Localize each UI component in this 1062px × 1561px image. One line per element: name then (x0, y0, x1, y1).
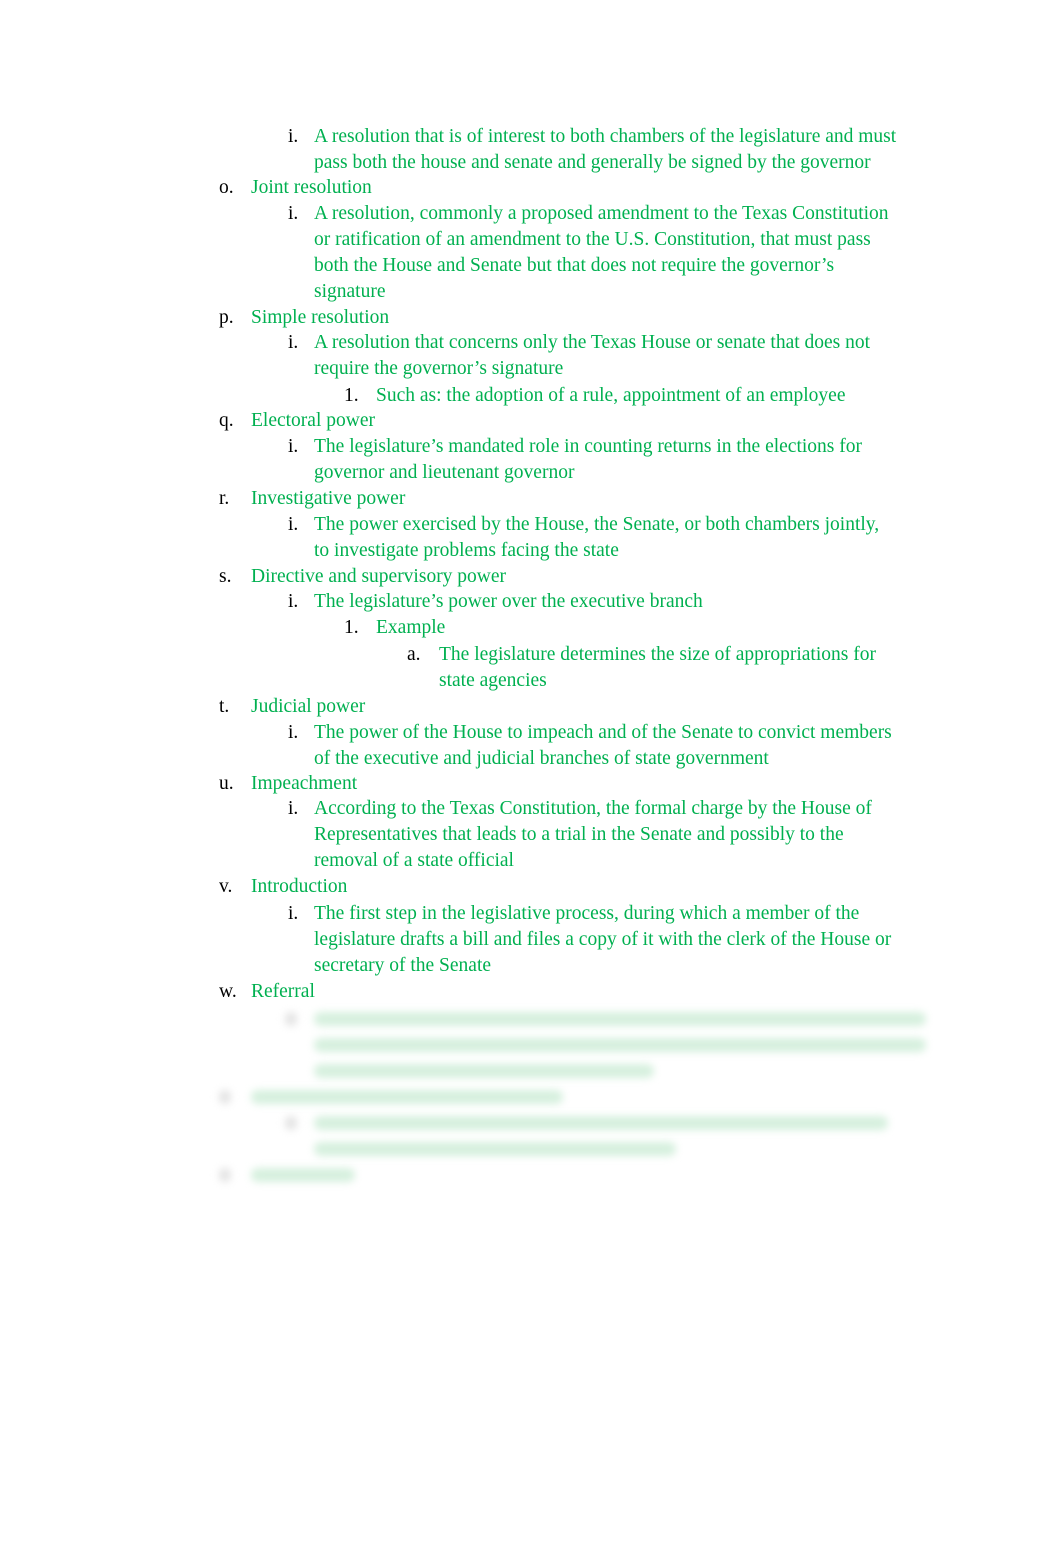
list-text: A resolution that concerns only the Texa… (314, 332, 871, 379)
term-heading: Joint resolution (251, 177, 372, 198)
list-text: The first step in the legislative proces… (314, 903, 892, 976)
list-marker: 1. (344, 617, 359, 638)
list-marker: 1. (344, 385, 359, 406)
list-text: The legislature’s mandated role in count… (314, 436, 862, 483)
term-heading: Judicial power (251, 696, 366, 717)
list-marker: i. (288, 436, 299, 457)
blurred-marker (285, 1012, 297, 1026)
blurred-marker (219, 1168, 231, 1182)
list-text: A resolution, commonly a proposed amendm… (314, 203, 889, 302)
term-heading: Investigative power (251, 488, 406, 509)
list-text: The power of the House to impeach and of… (314, 722, 892, 769)
list-marker: q. (219, 410, 234, 431)
list-marker: t. (219, 696, 230, 717)
list-marker: r. (219, 488, 230, 509)
list-marker: i. (288, 514, 299, 535)
blurred-line (251, 1168, 355, 1182)
list-marker: i. (288, 722, 299, 743)
term-heading: Introduction (251, 876, 348, 897)
list-marker: i. (288, 798, 299, 819)
list-text: The legislature determines the size of a… (439, 644, 876, 691)
blurred-line (314, 1064, 654, 1078)
list-text: The legislature’s power over the executi… (314, 591, 703, 612)
list-marker: s. (219, 566, 232, 587)
term-heading: Electoral power (251, 410, 375, 431)
list-marker: p. (219, 307, 234, 328)
list-text: According to the Texas Constitution, the… (314, 798, 872, 871)
list-text: Such as: the adoption of a rule, appoint… (376, 385, 846, 406)
blurred-marker (219, 1090, 231, 1104)
blurred-line (251, 1090, 563, 1104)
list-marker: i. (288, 903, 299, 924)
term-heading: Simple resolution (251, 307, 390, 328)
list-marker: o. (219, 177, 234, 198)
list-marker: u. (219, 773, 234, 794)
list-marker: i. (288, 332, 299, 353)
blurred-line (314, 1116, 888, 1130)
blurred-marker (285, 1116, 297, 1130)
list-marker: a. (407, 644, 421, 665)
list-marker: w. (219, 981, 237, 1002)
document-page: i. A resolution that is of interest to b… (0, 0, 1062, 1561)
blurred-line (314, 1038, 926, 1052)
list-text: Example (376, 617, 446, 638)
blurred-line (314, 1142, 676, 1156)
term-heading: Directive and supervisory power (251, 566, 507, 587)
list-marker: i. (288, 126, 299, 147)
list-marker: v. (219, 876, 233, 897)
list-text: The power exercised by the House, the Se… (314, 514, 880, 561)
list-text: A resolution that is of interest to both… (314, 126, 897, 173)
term-heading: Referral (251, 981, 315, 1002)
list-marker: i. (288, 203, 299, 224)
term-heading: Impeachment (251, 773, 358, 794)
list-marker: i. (288, 591, 299, 612)
blurred-line (314, 1012, 926, 1026)
